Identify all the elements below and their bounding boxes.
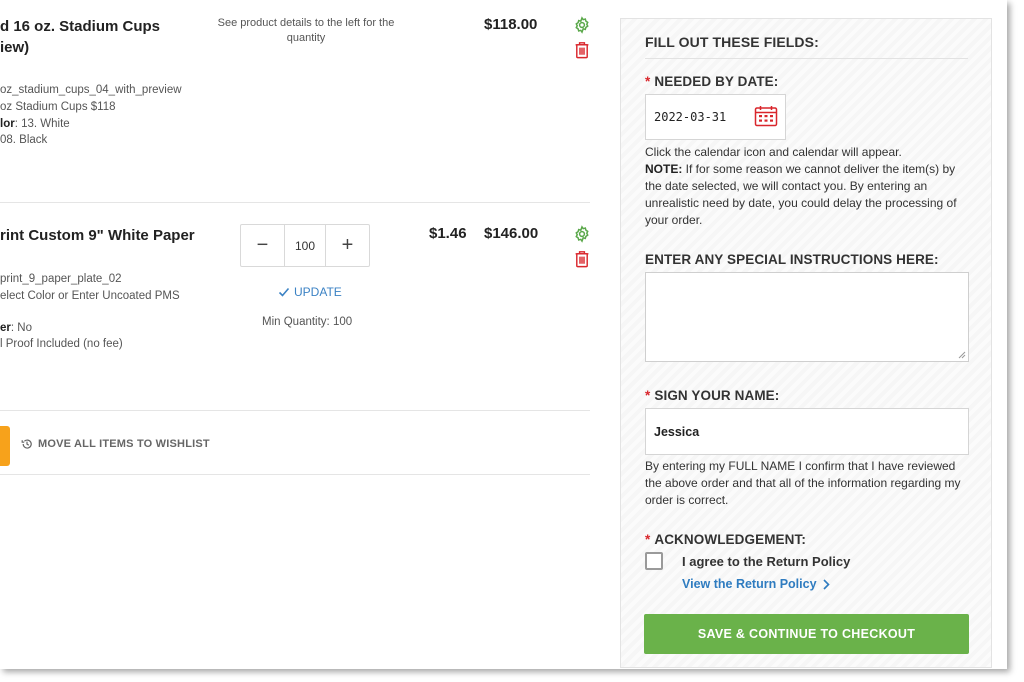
needed-by-date-value: 2022-03-31 <box>654 110 727 124</box>
return-policy-checkbox-label[interactable]: I agree to the Return Policy <box>682 554 850 569</box>
orange-action-button[interactable] <box>0 426 10 466</box>
chevron-right-icon <box>822 578 830 590</box>
check-icon <box>278 287 290 297</box>
calendar-icon[interactable] <box>754 105 778 127</box>
quantity-stepper: − 100 + <box>240 224 370 267</box>
item1-meta-line2: oz Stadium Cups $118 <box>0 101 116 113</box>
signature-help: By entering my FULL NAME I confirm that … <box>645 459 961 507</box>
item1-title-line2[interactable]: iew) <box>0 37 29 58</box>
item2-title[interactable]: rint Custom 9" White Paper <box>0 225 195 246</box>
item1-quantity-note: See product details to the left for the … <box>217 17 395 44</box>
item2-unit-price: $1.46 <box>429 225 467 242</box>
gear-icon[interactable] <box>573 16 591 34</box>
save-continue-checkout-button[interactable]: SAVE & CONTINUE TO CHECKOUT <box>644 614 969 654</box>
acknowledgement-label: * ACKNOWLEDGEMENT: <box>645 532 806 547</box>
view-return-policy-link[interactable]: View the Return Policy <box>682 577 830 591</box>
wishlist-label: MOVE ALL ITEMS TO WISHLIST <box>38 438 210 450</box>
increase-quantity-button[interactable]: + <box>326 225 369 266</box>
trash-icon[interactable] <box>574 41 590 59</box>
min-quantity-text: Min Quantity: 100 <box>262 316 353 328</box>
cart-bottom-divider <box>0 474 590 475</box>
item2-sku: print_9_paper_plate_02 <box>0 273 122 285</box>
gear-icon[interactable] <box>573 225 591 243</box>
item1-total-price: $118.00 <box>484 16 538 33</box>
item1-meta-line4: 08. Black <box>0 134 48 146</box>
form-heading: FILL OUT THESE FIELDS: <box>645 34 819 50</box>
item1-meta-line3: lor: 13. White <box>0 118 70 130</box>
history-icon <box>21 439 32 449</box>
signature-input[interactable]: Jessica <box>645 408 969 455</box>
item2-meta-line3: er: No <box>0 322 32 334</box>
item2-total-price: $146.00 <box>484 225 539 242</box>
cart-divider <box>0 410 590 411</box>
needed-by-label: * NEEDED BY DATE: <box>645 74 779 89</box>
sign-name-label: * SIGN YOUR NAME: <box>645 388 780 403</box>
browser-viewport: d 16 oz. Stadium Cups iew) oz_stadium_cu… <box>0 0 1007 669</box>
special-instructions-textarea[interactable] <box>645 272 969 362</box>
item-divider <box>0 202 590 203</box>
quantity-input[interactable]: 100 <box>284 225 326 266</box>
trash-icon[interactable] <box>574 250 590 268</box>
item2-meta-line4: l Proof Included (no fee) <box>0 338 123 350</box>
move-to-wishlist-button[interactable]: MOVE ALL ITEMS TO WISHLIST <box>21 438 210 450</box>
needed-by-help: Click the calendar icon and calendar wil… <box>645 145 957 227</box>
update-button[interactable]: UPDATE <box>278 285 342 299</box>
item1-sku: oz_stadium_cups_04_with_preview <box>0 84 182 96</box>
update-label: UPDATE <box>294 285 342 299</box>
return-policy-checkbox[interactable] <box>645 552 663 570</box>
needed-by-date-field[interactable]: 2022-03-31 <box>645 94 786 140</box>
item2-meta-line2: elect Color or Enter Uncoated PMS <box>0 290 180 302</box>
heading-divider <box>645 58 968 59</box>
item1-title-line1[interactable]: d 16 oz. Stadium Cups <box>0 16 160 37</box>
resize-grip-icon[interactable] <box>958 351 966 359</box>
special-instructions-label: ENTER ANY SPECIAL INSTRUCTIONS HERE: <box>645 252 939 267</box>
decrease-quantity-button[interactable]: − <box>241 225 284 266</box>
